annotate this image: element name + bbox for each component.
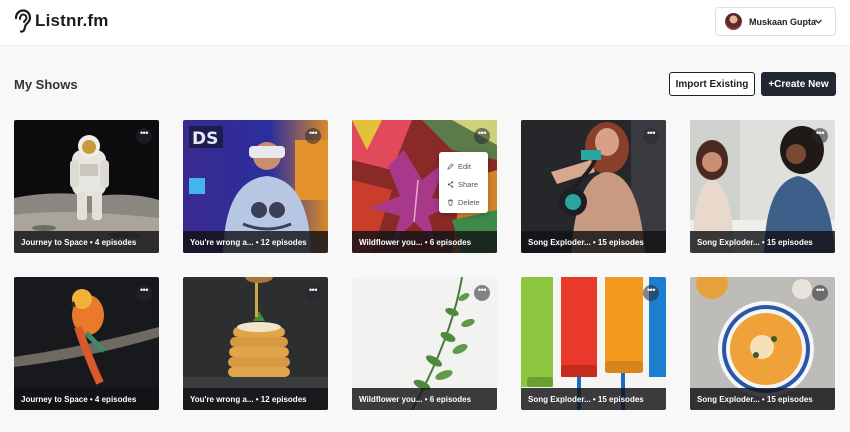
ear-icon [14,9,32,33]
show-caption: Song Exploder... • 15 episodes [690,231,835,253]
top-bar: Listnr.fm Muskaan Gupta [0,0,850,46]
context-menu: Edit Share Delete [439,152,488,213]
show-card[interactable]: ••• You're wrong a... • 12 episodes [183,277,328,410]
context-menu-delete[interactable]: Delete [439,193,488,211]
logo-text: Listnr.fm [35,11,109,30]
show-card[interactable]: ••• Song Exploder... • 15 episodes [521,120,666,253]
more-options-icon[interactable]: ••• [812,285,828,301]
chevron-down-icon [815,19,822,24]
context-menu-delete-label: Delete [458,197,480,207]
user-name: Muskaan Gupta [749,16,817,27]
show-caption: Wildflower you... • 6 episodes [352,388,497,410]
more-options-icon[interactable]: ••• [474,128,490,144]
show-caption: Song Exploder... • 15 episodes [521,231,666,253]
show-card[interactable]: ••• Song Exploder... • 15 episodes [690,120,835,253]
share-icon [447,180,454,188]
avatar [725,13,742,30]
show-caption: Wildflower you... • 6 episodes [352,231,497,253]
show-card[interactable]: ••• Journey to Space • 4 episodes [14,120,159,253]
show-caption: You're wrong a... • 12 episodes [183,388,328,410]
context-menu-edit[interactable]: Edit [439,157,488,175]
context-menu-edit-label: Edit [458,161,471,171]
more-options-icon[interactable]: ••• [305,128,321,144]
show-card[interactable]: ••• Journey to Space • 4 episodes [14,277,159,410]
user-menu[interactable]: Muskaan Gupta [715,7,836,36]
show-caption: Journey to Space • 4 episodes [14,388,159,410]
show-card[interactable]: ••• Wildflower you... • 6 episodes [352,277,497,410]
show-caption: Journey to Space • 4 episodes [14,231,159,253]
import-existing-button[interactable]: Import Existing [669,72,755,96]
show-caption: Song Exploder... • 15 episodes [690,388,835,410]
more-options-icon[interactable]: ••• [305,285,321,301]
show-card[interactable]: DS ••• You're wrong a... • 12 episodes [183,120,328,253]
context-menu-share-label: Share [458,179,479,189]
svg-text:DS: DS [192,129,218,149]
create-new-button[interactable]: +Create New [761,72,836,96]
show-card[interactable]: ••• Song Exploder... • 15 episodes [690,277,835,410]
more-options-icon[interactable]: ••• [474,285,490,301]
more-options-icon[interactable]: ••• [643,285,659,301]
context-menu-share[interactable]: Share [439,175,488,193]
page-title: My Shows [14,77,78,92]
trash-icon [447,199,454,205]
show-caption: Song Exploder... • 15 episodes [521,388,666,410]
show-caption: You're wrong a... • 12 episodes [183,231,328,253]
more-options-icon[interactable]: ••• [643,128,659,144]
logo[interactable]: Listnr.fm [12,9,109,33]
more-options-icon[interactable]: ••• [136,128,152,144]
more-options-icon[interactable]: ••• [812,128,828,144]
pencil-icon [447,162,454,170]
more-options-icon[interactable]: ••• [136,285,152,301]
show-card[interactable]: ••• Song Exploder... • 15 episodes [521,277,666,410]
